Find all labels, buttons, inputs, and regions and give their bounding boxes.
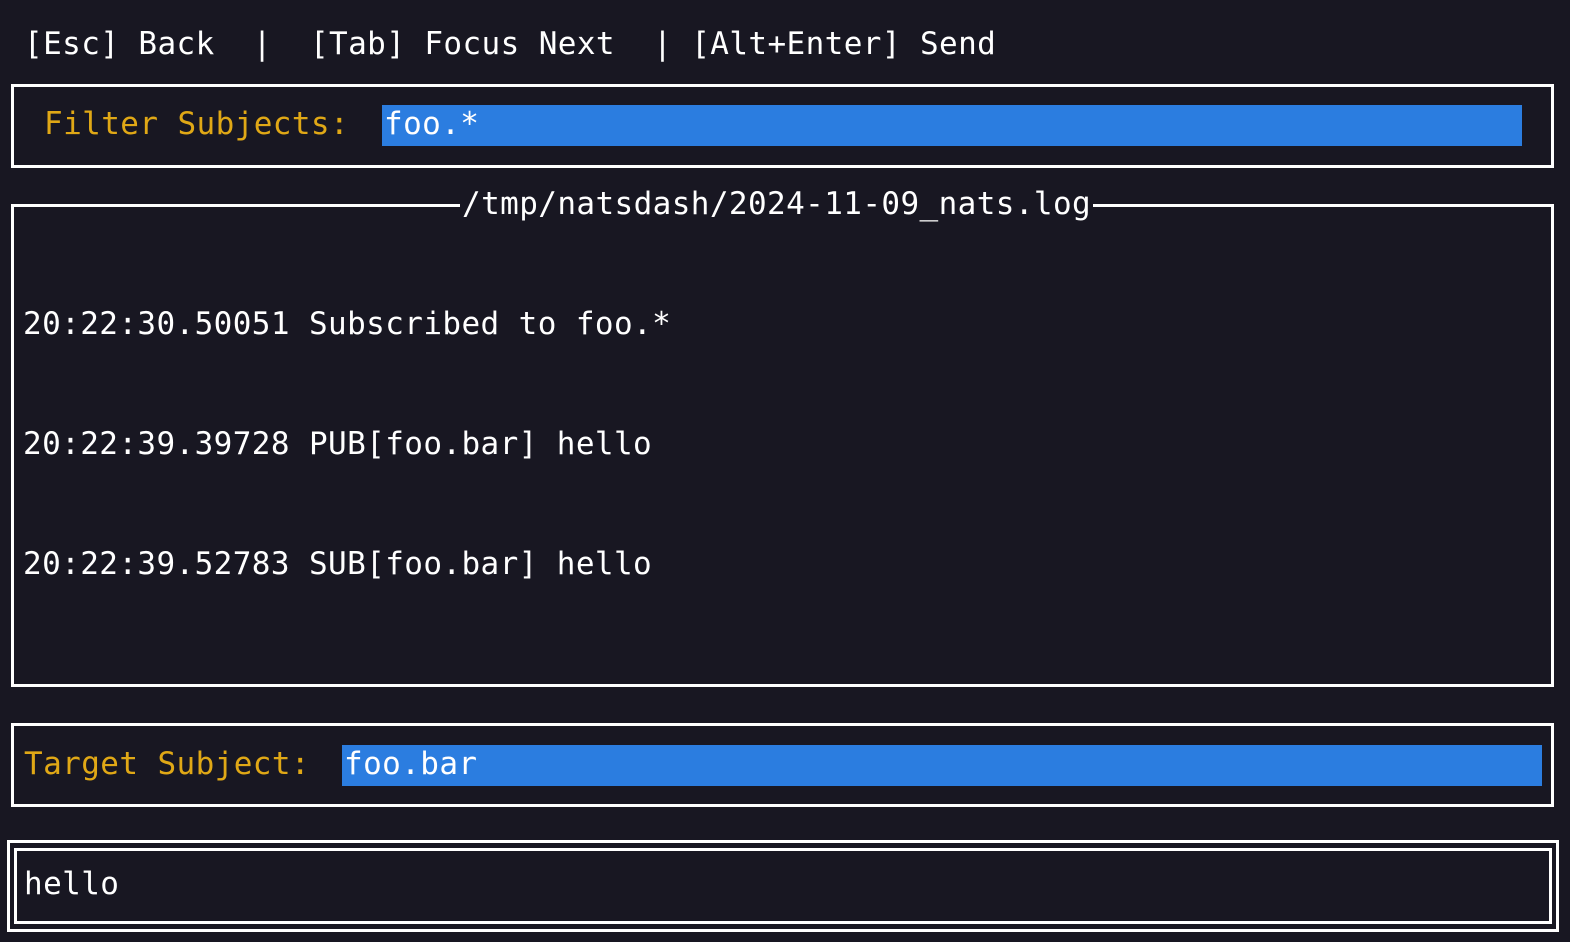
target-subject-label: Target Subject: <box>24 746 310 782</box>
log-lines: 20:22:30.50051 Subscribed to foo.* 20:22… <box>23 224 671 624</box>
filter-subjects-label: Filter Subjects: <box>44 106 350 142</box>
message-value[interactable]: hello <box>24 864 119 904</box>
message-input[interactable] <box>14 848 1552 924</box>
log-line: 20:22:39.52783 SUB[foo.bar] hello <box>23 546 653 582</box>
log-line: 20:22:30.50051 Subscribed to foo.* <box>23 306 672 342</box>
log-panel-title: /tmp/natsdash/2024-11-09_nats.log <box>460 184 1094 224</box>
log-line: 20:22:39.39728 PUB[foo.bar] hello <box>23 426 653 462</box>
filter-subjects-value[interactable]: foo.* <box>384 104 479 144</box>
filter-subjects-input[interactable] <box>382 105 1522 146</box>
target-subject-input[interactable] <box>342 745 1542 786</box>
keybinding-hints: [Esc] Back | [Tab] Focus Next | [Alt+Ent… <box>24 26 997 62</box>
target-subject-value[interactable]: foo.bar <box>344 744 477 784</box>
